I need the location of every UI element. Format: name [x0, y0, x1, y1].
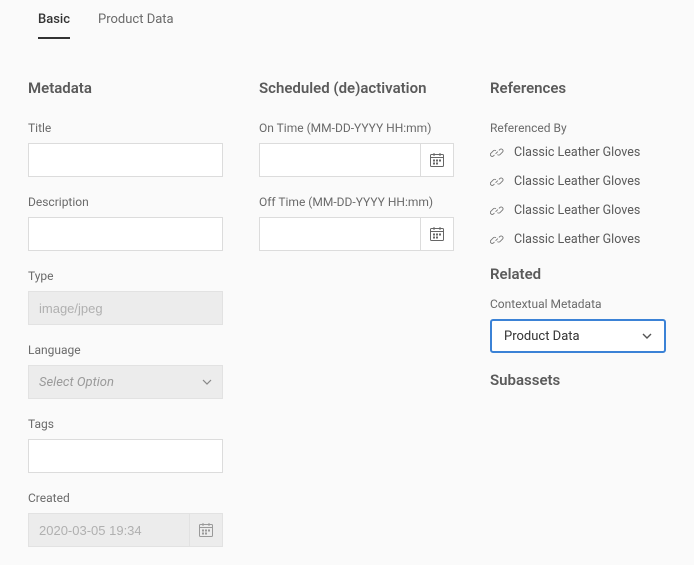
reference-item-label: Classic Leather Gloves — [514, 232, 640, 247]
title-input[interactable] — [28, 143, 223, 177]
contextual-metadata-value: Product Data — [504, 329, 580, 344]
chevron-down-icon — [642, 331, 652, 341]
contextual-metadata-label: Contextual Metadata — [490, 297, 666, 311]
content-area: Metadata Title Description Type Language… — [0, 39, 694, 565]
referenced-by-label: Referenced By — [490, 121, 666, 135]
reference-item[interactable]: Classic Leather Gloves — [490, 174, 666, 189]
chevron-down-icon — [202, 377, 212, 387]
off-time-label: Off Time (MM-DD-YYYY HH:mm) — [259, 195, 454, 209]
column-metadata: Metadata Title Description Type Language… — [28, 79, 223, 565]
description-label: Description — [28, 195, 223, 209]
tabs-bar: Basic Product Data — [0, 0, 694, 39]
reference-item-label: Classic Leather Gloves — [514, 203, 640, 218]
field-language: Language Select Option — [28, 343, 223, 399]
references-heading: References — [490, 79, 666, 97]
field-off-time: Off Time (MM-DD-YYYY HH:mm) — [259, 195, 454, 251]
created-calendar-button — [189, 513, 223, 547]
subassets-heading: Subassets — [490, 371, 666, 389]
referenced-by-section: Referenced By Classic Leather Gloves Cla… — [490, 121, 666, 247]
field-type: Type — [28, 269, 223, 325]
reference-item-label: Classic Leather Gloves — [514, 174, 640, 189]
on-time-calendar-button[interactable] — [420, 143, 454, 177]
field-contextual-metadata: Contextual Metadata Product Data — [490, 297, 666, 353]
metadata-heading: Metadata — [28, 79, 223, 97]
language-select[interactable]: Select Option — [28, 365, 223, 399]
link-icon — [490, 175, 504, 189]
tags-input[interactable] — [28, 439, 223, 473]
reference-item-label: Classic Leather Gloves — [514, 145, 640, 160]
description-input[interactable] — [28, 217, 223, 251]
created-input — [28, 513, 189, 547]
link-icon — [490, 204, 504, 218]
on-time-label: On Time (MM-DD-YYYY HH:mm) — [259, 121, 454, 135]
language-label: Language — [28, 343, 223, 357]
calendar-icon — [429, 226, 445, 242]
reference-item[interactable]: Classic Leather Gloves — [490, 232, 666, 247]
scheduled-heading: Scheduled (de)activation — [259, 79, 454, 97]
calendar-icon — [198, 522, 214, 538]
type-input — [28, 291, 223, 325]
tags-label: Tags — [28, 417, 223, 431]
tab-product-data[interactable]: Product Data — [98, 12, 174, 39]
off-time-input[interactable] — [259, 217, 420, 251]
tab-basic[interactable]: Basic — [38, 12, 70, 39]
off-time-calendar-button[interactable] — [420, 217, 454, 251]
title-label: Title — [28, 121, 223, 135]
field-created: Created — [28, 491, 223, 547]
on-time-input[interactable] — [259, 143, 420, 177]
field-title: Title — [28, 121, 223, 177]
language-placeholder: Select Option — [39, 375, 114, 390]
link-icon — [490, 146, 504, 160]
column-references: References Referenced By Classic Leather… — [490, 79, 666, 565]
contextual-metadata-select[interactable]: Product Data — [490, 319, 666, 353]
reference-item[interactable]: Classic Leather Gloves — [490, 145, 666, 160]
related-heading: Related — [490, 265, 666, 283]
column-scheduled: Scheduled (de)activation On Time (MM-DD-… — [259, 79, 454, 565]
calendar-icon — [429, 152, 445, 168]
type-label: Type — [28, 269, 223, 283]
field-tags: Tags — [28, 417, 223, 473]
created-label: Created — [28, 491, 223, 505]
field-description: Description — [28, 195, 223, 251]
link-icon — [490, 233, 504, 247]
reference-item[interactable]: Classic Leather Gloves — [490, 203, 666, 218]
field-on-time: On Time (MM-DD-YYYY HH:mm) — [259, 121, 454, 177]
